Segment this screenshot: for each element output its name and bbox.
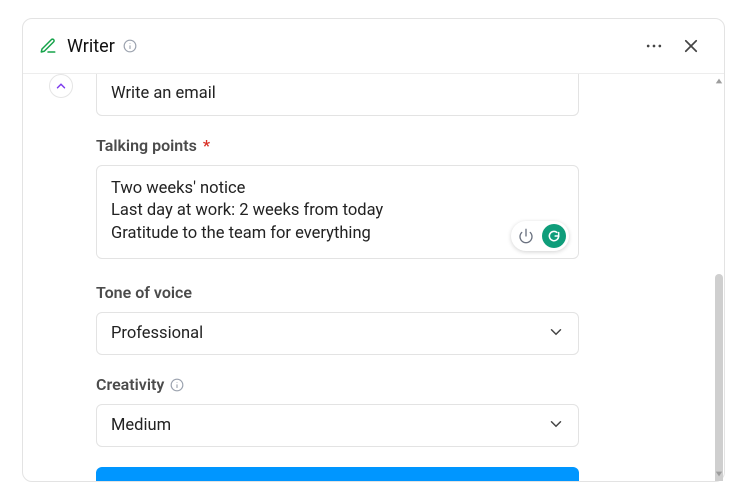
talking-points-input[interactable]: [96, 165, 579, 259]
pencil-icon: [39, 37, 57, 55]
scroll-area: Write an email Talking points* Tone of v…: [23, 74, 724, 481]
tone-label: Tone of voice: [96, 283, 579, 302]
tone-select[interactable]: Professional: [96, 312, 579, 355]
email-type-box[interactable]: Write an email: [96, 74, 579, 116]
panel-title: Writer: [67, 36, 115, 57]
scroll-down-arrow[interactable]: [714, 469, 724, 479]
more-icon[interactable]: [638, 30, 670, 62]
generate-button[interactable]: Generate: [96, 467, 579, 481]
grammarly-widget[interactable]: [511, 221, 569, 251]
scroll-up-arrow[interactable]: [714, 76, 724, 86]
tone-value: Professional: [111, 324, 203, 343]
creativity-value: Medium: [111, 416, 171, 435]
panel-header: Writer: [23, 19, 724, 73]
info-icon[interactable]: [123, 39, 137, 53]
close-icon[interactable]: [676, 31, 706, 61]
talking-points-label: Talking points*: [96, 136, 579, 155]
writer-panel: Writer Write an email Talking points*: [22, 18, 725, 482]
scrollbar-thumb[interactable]: [715, 274, 723, 481]
grammarly-icon[interactable]: [542, 224, 566, 248]
creativity-select[interactable]: Medium: [96, 404, 579, 447]
required-asterisk: *: [203, 136, 210, 155]
power-icon[interactable]: [518, 228, 534, 244]
creativity-label: Creativity: [96, 375, 579, 394]
info-icon[interactable]: [170, 378, 184, 392]
step-badge: [49, 74, 73, 98]
writer-form: Write an email Talking points* Tone of v…: [96, 74, 579, 481]
email-type-value: Write an email: [111, 84, 216, 103]
